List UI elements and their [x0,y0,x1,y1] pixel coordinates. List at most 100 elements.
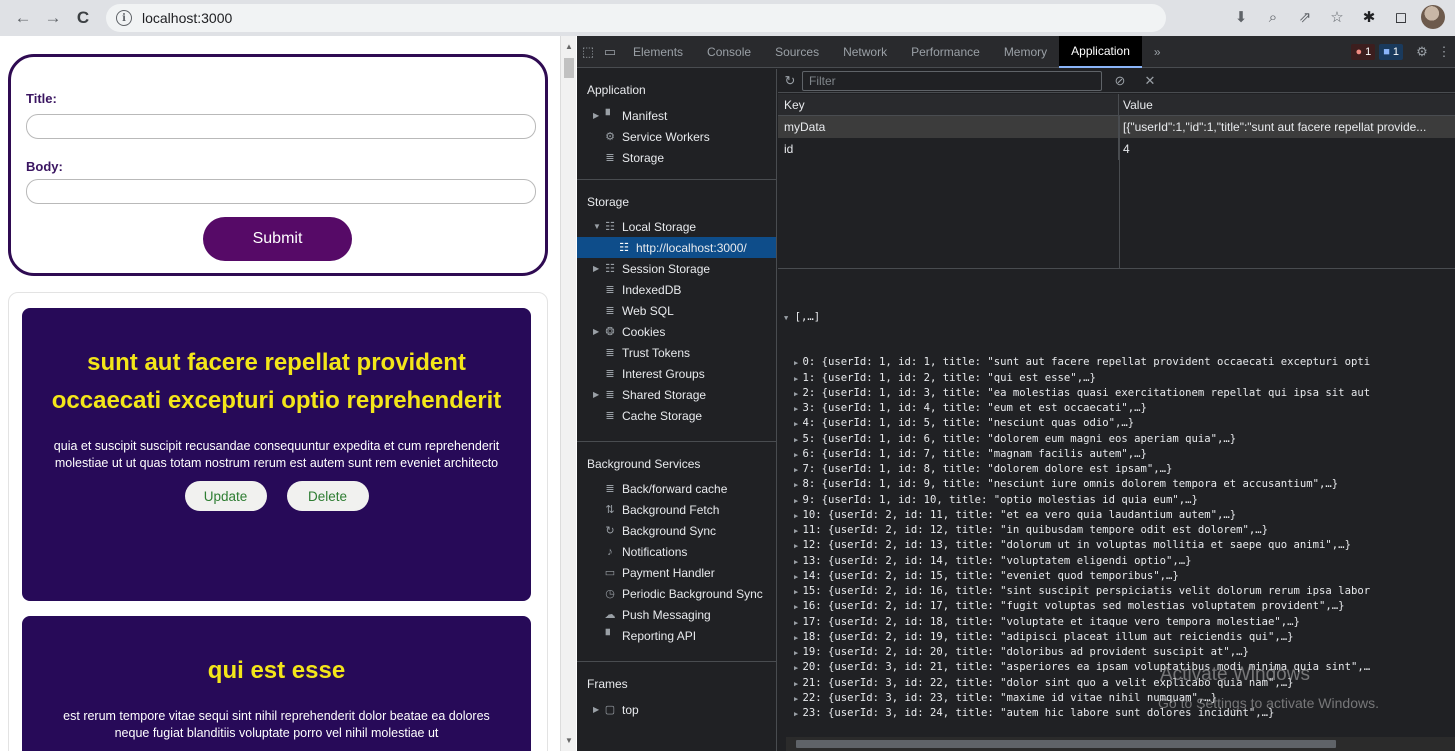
extensions-icon[interactable]: ✱ [1357,4,1381,30]
sidebar-item-cookies[interactable]: ▶ ❂ Cookies [593,321,665,342]
tab-elements[interactable]: Elements [621,36,695,68]
expanded-arrow-icon[interactable]: ▼ [593,222,603,231]
preview-item-row[interactable]: ▶ 14: {userId: 2, id: 15, title: "evenie… [778,569,1455,584]
preview-item-row[interactable]: ▶ 15: {userId: 2, id: 16, title: "sint s… [778,584,1455,599]
sidebar-item-manifest[interactable]: ▶ ▘ Manifest [593,105,667,126]
sidebar-item-notifications[interactable]: ♪ Notifications [603,541,687,562]
error-count-badge[interactable]: ● 1 [1351,43,1376,60]
browser-toolbar: ← → C i localhost:3000 ⬇ ⌕ ⇗ ☆ ✱ ◻ [0,0,1455,36]
preview-item-row[interactable]: ▶ 3: {userId: 1, id: 4, title: "eum et e… [778,401,1455,416]
preview-item-row[interactable]: ▶ 1: {userId: 1, id: 2, title: "qui est … [778,371,1455,386]
sidebar-item-back-forward-cache[interactable]: ≣ Back/forward cache [603,478,727,499]
tab-network[interactable]: Network [831,36,899,68]
sidebar-item-shared-storage[interactable]: ▶ ≣ Shared Storage [593,384,706,405]
refresh-icon[interactable]: ↻ [778,73,802,89]
bookmark-star-icon[interactable]: ☆ [1325,4,1349,30]
scrollbar-thumb[interactable] [564,58,574,78]
title-input[interactable] [26,114,536,139]
back-icon[interactable]: ← [10,5,36,31]
delete-button[interactable]: Delete [286,481,369,511]
horizontal-scrollbar[interactable] [786,737,1455,751]
preview-item-row[interactable]: ▶ 0: {userId: 1, id: 1, title: "sunt aut… [778,355,1455,370]
sidebar-item-localhost-origin[interactable]: ☷ http://localhost:3000/ [577,237,776,258]
more-options-icon[interactable]: ⋮ [1433,36,1455,68]
preview-root-row[interactable]: ▼ [,…] [778,310,1455,325]
preview-item-row[interactable]: ▶ 7: {userId: 1, id: 8, title: "dolorem … [778,462,1455,477]
sidebar-item-background-sync[interactable]: ↻ Background Sync [603,520,716,541]
delete-selected-icon[interactable]: ✕ [1138,73,1162,89]
table-row[interactable]: id 4 [778,138,1455,160]
sidebar-item-service-workers[interactable]: ⚙ Service Workers [603,126,710,147]
posts-list: sunt aut facere repellat provident occae… [8,292,548,751]
clear-all-icon[interactable]: ⊘ [1108,73,1132,89]
inspect-element-icon[interactable]: ⬚ [577,36,599,68]
sidebar-item-trust-tokens[interactable]: ≣ Trust Tokens [603,342,690,363]
forward-icon[interactable]: → [40,5,66,31]
expand-arrow-icon[interactable]: ▶ [593,264,603,273]
preview-item-row[interactable]: ▶ 9: {userId: 1, id: 10, title: "optio m… [778,493,1455,508]
settings-gear-icon[interactable]: ⚙ [1411,36,1433,68]
preview-item-row[interactable]: ▶ 10: {userId: 2, id: 11, title: "et ea … [778,508,1455,523]
sidebar-item-cache-storage[interactable]: ≣ Cache Storage [603,405,702,426]
install-icon[interactable]: ⬇ [1229,4,1253,30]
update-button[interactable]: Update [184,481,267,511]
expand-arrow-icon[interactable]: ▶ [593,705,603,714]
share-icon[interactable]: ⇗ [1293,4,1317,30]
message-count-badge[interactable]: ■ 1 [1379,43,1403,60]
preview-item-text: 6: {userId: 1, id: 7, title: "magnam fac… [802,447,1147,460]
sidebar-item-web-sql[interactable]: ≣ Web SQL [603,300,673,321]
preview-item-row[interactable]: ▶ 18: {userId: 2, id: 19, title: "adipis… [778,630,1455,645]
zoom-icon[interactable]: ⌕ [1261,4,1285,30]
preview-item-row[interactable]: ▶ 11: {userId: 2, id: 12, title: "in qui… [778,523,1455,538]
tab-performance[interactable]: Performance [899,36,992,68]
expand-arrow-icon[interactable]: ▶ [593,327,603,336]
tab-application[interactable]: Application [1059,35,1142,68]
preview-item-row[interactable]: ▶ 17: {userId: 2, id: 18, title: "volupt… [778,615,1455,630]
sidebar-item-reporting-api[interactable]: ▘ Reporting API [603,625,696,646]
preview-item-row[interactable]: ▶ 16: {userId: 2, id: 17, title: "fugit … [778,599,1455,614]
expand-arrow-icon[interactable]: ▶ [593,111,603,120]
column-key[interactable]: Key [778,94,1119,115]
sidebar-item-background-fetch[interactable]: ⇅ Background Fetch [603,499,719,520]
preview-item-row[interactable]: ▶ 2: {userId: 1, id: 3, title: "ea moles… [778,386,1455,401]
side-panel-icon[interactable]: ◻ [1389,4,1413,30]
site-info-icon[interactable]: i [116,10,132,26]
body-input[interactable] [26,179,536,204]
more-tabs-icon[interactable]: » [1142,36,1173,68]
sidebar-item-local-storage[interactable]: ▼ ☷ Local Storage [593,216,696,237]
preview-item-row[interactable]: ▶ 20: {userId: 3, id: 21, title: "asperi… [778,660,1455,675]
preview-item-row[interactable]: ▶ 19: {userId: 2, id: 20, title: "dolori… [778,645,1455,660]
expand-arrow-icon[interactable]: ▶ [593,390,603,399]
profile-avatar[interactable] [1421,5,1445,29]
sidebar-item-session-storage[interactable]: ▶ ☷ Session Storage [593,258,710,279]
sidebar-item-interest-groups[interactable]: ≣ Interest Groups [603,363,704,384]
filter-input[interactable]: Filter [802,70,1102,91]
preview-item-row[interactable]: ▶ 12: {userId: 2, id: 13, title: "doloru… [778,538,1455,553]
sidebar-item-frame-top[interactable]: ▶ ▢ top [593,699,639,720]
sidebar-item-periodic-background-sync[interactable]: ◷ Periodic Background Sync [603,583,763,604]
sidebar-item-push-messaging[interactable]: ☁ Push Messaging [603,604,711,625]
preview-item-row[interactable]: ▶ 4: {userId: 1, id: 5, title: "nesciunt… [778,416,1455,431]
tab-console[interactable]: Console [695,36,763,68]
column-value[interactable]: Value [1119,94,1455,115]
preview-item-row[interactable]: ▶ 21: {userId: 3, id: 22, title: "dolor … [778,676,1455,691]
preview-item-row[interactable]: ▶ 6: {userId: 1, id: 7, title: "magnam f… [778,447,1455,462]
tab-memory[interactable]: Memory [992,36,1059,68]
tab-sources[interactable]: Sources [763,36,831,68]
scroll-up-icon[interactable]: ▲ [565,42,573,51]
preview-item-row[interactable]: ▶ 5: {userId: 1, id: 6, title: "dolorem … [778,432,1455,447]
sidebar-item-payment-handler[interactable]: ▭ Payment Handler [603,562,715,583]
reload-icon[interactable]: C [70,5,96,31]
page-scrollbar[interactable]: ▲ ▼ [560,36,576,751]
submit-button[interactable]: Submit [203,217,352,261]
sidebar-item-storage[interactable]: ≣ Storage [603,147,664,168]
table-row[interactable]: myData [{"userId":1,"id":1,"title":"sunt… [778,116,1455,138]
preview-item-row[interactable]: ▶ 13: {userId: 2, id: 14, title: "volupt… [778,554,1455,569]
address-bar[interactable]: i localhost:3000 [106,4,1166,32]
preview-item-row[interactable]: ▶ 8: {userId: 1, id: 9, title: "nesciunt… [778,477,1455,492]
device-toolbar-icon[interactable]: ▭ [599,36,621,68]
scroll-down-icon[interactable]: ▼ [565,736,573,745]
expanded-arrow-icon[interactable]: ▼ [784,314,788,322]
scrollbar-thumb[interactable] [796,740,1336,748]
sidebar-item-indexeddb[interactable]: ≣ IndexedDB [603,279,681,300]
